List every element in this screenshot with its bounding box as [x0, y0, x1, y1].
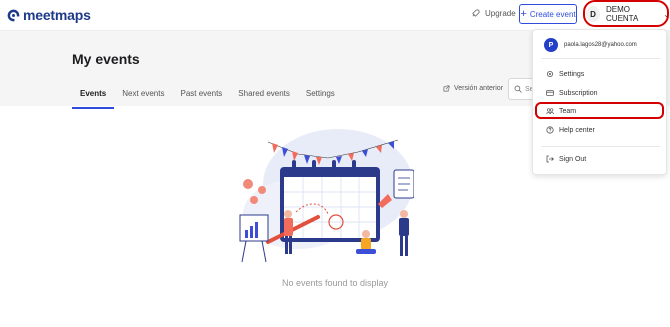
upgrade-link[interactable]: Upgrade — [471, 9, 516, 18]
previous-version-label: Versión anterior — [454, 85, 504, 92]
gear-icon — [547, 71, 553, 77]
account-menu-toggle[interactable]: D DEMO CUENTA ⌄ — [586, 5, 670, 23]
user-avatar: P — [544, 38, 558, 52]
create-event-label: Create event — [529, 9, 576, 19]
menu-divider — [541, 58, 660, 59]
menu-item-team-label: Team — [559, 107, 577, 115]
page-title: My events — [72, 51, 140, 67]
menu-item-help-center[interactable]: Help center — [546, 126, 595, 134]
plus-icon: + — [520, 7, 527, 20]
logo[interactable]: meetmaps — [7, 7, 91, 23]
search-icon — [514, 85, 522, 93]
tab-past-events[interactable]: Past events — [172, 84, 230, 109]
external-link-icon — [443, 85, 450, 92]
empty-state-message: No events found to display — [281, 278, 389, 288]
menu-item-subscription-label: Subscription — [559, 89, 598, 97]
menu-item-help-center-label: Help center — [559, 126, 595, 134]
tab-events[interactable]: Events — [72, 84, 115, 109]
account-dropdown-menu: P paola.lagos28@yahoo.com Settings Subsc… — [532, 29, 667, 175]
help-icon — [546, 126, 554, 134]
menu-divider — [541, 146, 660, 147]
menu-item-settings-label: Settings — [559, 70, 585, 78]
menu-item-sign-out[interactable]: Sign Out — [546, 155, 586, 163]
account-name: DEMO CUENTA — [606, 5, 639, 23]
user-email: paola.lagos28@yahoo.com — [564, 42, 637, 48]
card-icon — [546, 90, 554, 96]
logo-text: meetmaps — [23, 7, 91, 23]
team-icon — [546, 108, 554, 115]
rocket-icon — [472, 9, 480, 17]
menu-item-team[interactable]: Team — [546, 107, 576, 115]
event-tabs: Events Next events Past events Shared ev… — [72, 84, 343, 109]
menu-item-sign-out-label: Sign Out — [559, 155, 587, 163]
account-avatar: D — [586, 6, 601, 22]
tab-next-events[interactable]: Next events — [114, 84, 172, 109]
chevron-down-icon: ⌄ — [663, 9, 670, 19]
menu-user-info: P paola.lagos28@yahoo.com — [544, 38, 637, 52]
tab-shared-events[interactable]: Shared events — [230, 84, 298, 109]
create-event-button[interactable]: + Create event — [519, 4, 577, 24]
previous-version-link[interactable]: Versión anterior — [443, 85, 503, 92]
logo-mark-icon — [7, 9, 20, 22]
empty-state-illustration — [239, 129, 414, 263]
sign-out-icon — [546, 155, 554, 163]
upgrade-label: Upgrade — [485, 9, 516, 18]
menu-item-subscription[interactable]: Subscription — [546, 89, 598, 97]
menu-item-settings[interactable]: Settings — [546, 70, 584, 78]
top-bar: meetmaps Upgrade + Create event D DEMO C… — [0, 0, 670, 31]
tab-settings[interactable]: Settings — [298, 84, 343, 109]
